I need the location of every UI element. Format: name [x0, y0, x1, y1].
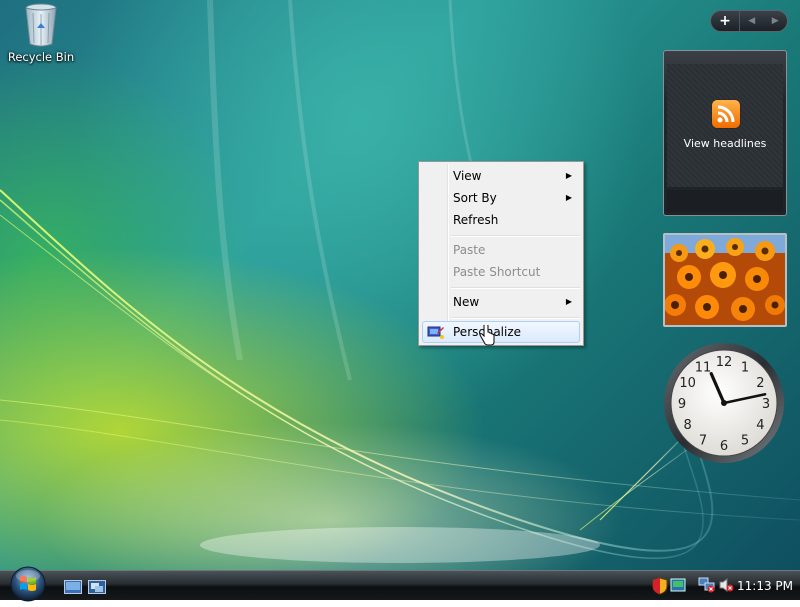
desktop-context-menu: View ▶ Sort By ▶ Refresh Paste Paste Sho… — [418, 161, 584, 346]
menu-item-label: New — [453, 295, 480, 309]
clock-numeral: 5 — [741, 433, 749, 448]
taskbar-clock[interactable]: 11:13 PM — [737, 573, 793, 599]
menu-item-personalize[interactable]: Personalize — [422, 321, 580, 343]
recycle-bin-icon — [25, 3, 57, 47]
recycle-bin-label: Recycle Bin — [7, 50, 75, 64]
clock-numeral: 11 — [695, 361, 712, 376]
network-icon[interactable] — [670, 577, 686, 597]
menu-item-label: Sort By — [453, 191, 497, 205]
sidebar-controls: + ◀ ▶ — [710, 10, 788, 32]
desktop[interactable]: Recycle Bin + ◀ ▶ View headlines 1 2 3 4… — [0, 0, 800, 570]
recycle-bin[interactable]: Recycle Bin — [6, 2, 76, 64]
security-shield-icon[interactable] — [652, 577, 668, 599]
submenu-arrow-icon: ▶ — [565, 297, 572, 306]
taskbar: 11:13 PM — [0, 566, 800, 602]
sidebar-next-button[interactable]: ▶ — [764, 11, 788, 31]
clock-numeral: 3 — [762, 397, 770, 412]
clock-numeral: 6 — [720, 439, 728, 454]
clock-numeral: 12 — [716, 355, 733, 370]
menu-item-label: Personalize — [453, 325, 522, 339]
clock-numeral: 8 — [683, 418, 691, 433]
system-tray: 11:13 PM — [648, 573, 800, 599]
switch-windows-icon[interactable] — [88, 579, 106, 594]
slideshow-gadget[interactable] — [663, 233, 787, 327]
clock-numeral: 9 — [678, 397, 686, 412]
clock-gadget[interactable]: 1 2 3 4 5 6 7 8 9 10 11 12 — [662, 341, 786, 469]
menu-item-new[interactable]: New ▶ — [422, 291, 580, 313]
menu-separator — [451, 287, 580, 289]
menu-item-paste-shortcut: Paste Shortcut — [422, 261, 580, 283]
menu-item-sort-by[interactable]: Sort By ▶ — [422, 187, 580, 209]
add-gadget-button[interactable]: + — [711, 11, 740, 31]
submenu-arrow-icon: ▶ — [565, 171, 572, 180]
clock-numeral: 7 — [699, 433, 707, 448]
menu-item-paste: Paste — [422, 239, 580, 261]
view-headlines-link[interactable]: View headlines — [664, 137, 786, 150]
show-desktop-icon[interactable] — [64, 579, 82, 594]
menu-item-label: Paste — [453, 243, 486, 257]
menu-item-label: View — [453, 169, 482, 183]
analog-clock-icon: 1234567891011 12 — [664, 343, 784, 463]
menu-item-view[interactable]: View ▶ — [422, 165, 580, 187]
start-button[interactable] — [6, 565, 50, 603]
menu-item-label: Paste Shortcut — [453, 265, 541, 279]
windows-orb-icon — [10, 566, 46, 602]
sidebar-prev-button[interactable]: ◀ — [740, 11, 764, 31]
submenu-arrow-icon: ▶ — [565, 193, 572, 202]
personalize-icon — [427, 325, 445, 346]
rss-icon — [712, 100, 740, 128]
clock-numeral: 1 — [741, 361, 749, 376]
volume-muted-icon[interactable] — [718, 577, 734, 597]
menu-separator — [451, 317, 580, 319]
network-disconnected-icon[interactable] — [698, 577, 716, 597]
clock-numeral: 4 — [756, 418, 764, 433]
menu-item-label: Refresh — [453, 213, 499, 227]
flower-photo — [665, 235, 785, 325]
clock-numeral: 10 — [679, 376, 696, 391]
feed-headlines-gadget[interactable]: View headlines — [663, 50, 787, 216]
menu-item-refresh[interactable]: Refresh — [422, 209, 580, 231]
feed-gadget-footer — [667, 190, 783, 212]
menu-separator — [451, 235, 580, 237]
clock-numeral: 2 — [756, 376, 764, 391]
